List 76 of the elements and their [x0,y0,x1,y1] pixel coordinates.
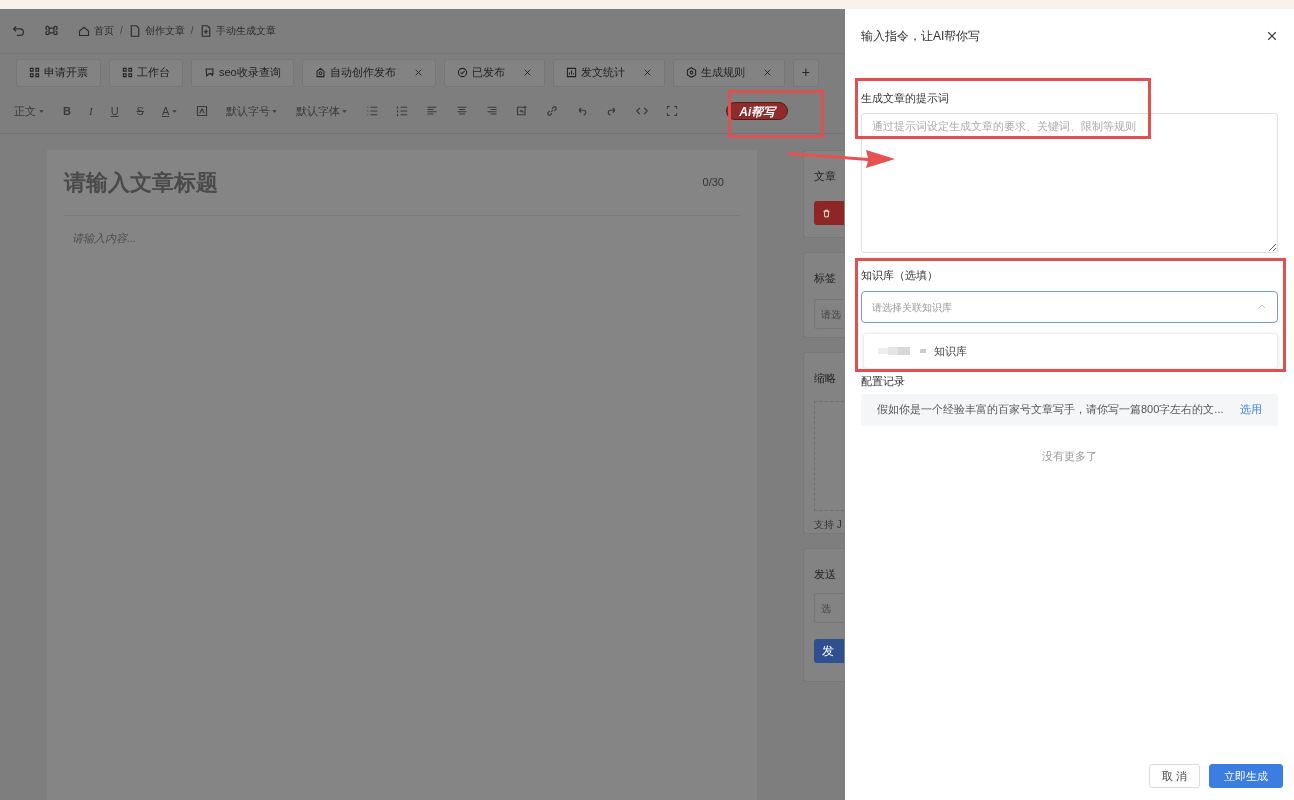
grid-icon [122,67,133,78]
breadcrumb-separator: / [120,24,123,39]
align-center-icon [456,105,469,118]
check-circle-icon [456,67,468,78]
image-icon [516,105,529,118]
breadcrumb-link[interactable]: 手动生成文章 [199,23,276,39]
field-label: 配置记录 [861,374,905,389]
document-icon [128,24,141,37]
tab[interactable]: seo收录查询 [191,58,294,87]
tab-label: 工作台 [137,65,170,81]
dropdown-option[interactable]: 知识库 [934,342,967,360]
tab-label: 自动创作发布 [329,65,396,81]
use-link[interactable]: 选用 [1240,401,1262,418]
close-icon [1266,30,1278,42]
chart-icon [565,67,577,78]
align-right-icon [486,105,499,118]
card-title: 缩略 [814,372,836,384]
highlight-icon [196,105,209,118]
bold-button[interactable]: B [63,103,71,120]
tab-label: 已发布 [471,65,505,81]
card-title: 文章 [814,170,836,182]
tab[interactable]: 发文统计 [552,58,665,87]
tab[interactable]: 已发布 [443,58,545,87]
title-input[interactable]: 请输入文章标题 [64,166,218,199]
back-arrow-icon [12,24,25,38]
delete-button[interactable] [814,201,844,225]
breadcrumb-separator: / [190,24,194,39]
chevron-up-icon [1257,302,1267,312]
home-icon [78,24,90,37]
trash-icon [822,208,831,218]
paragraph-dropdown[interactable]: 正文 [14,103,45,120]
caret-icon [341,107,349,115]
align-left-icon [426,105,439,118]
knowledge-select[interactable]: 请选择关联知识库 [861,291,1278,323]
undo-icon [576,105,589,118]
tab[interactable]: 生成规则 [672,58,785,87]
card-title: 发送 [814,568,836,580]
document-plus-icon [199,24,212,37]
link-icon [546,105,559,118]
font-family-dropdown[interactable]: 默认字体 [296,103,349,120]
underline-button[interactable]: U [110,103,119,120]
breadcrumb-link[interactable]: 首页 [78,23,114,39]
no-more-text: 没有更多了 [1042,448,1097,464]
add-tab-button[interactable]: + [792,58,819,87]
command-icon [45,24,58,38]
send-button[interactable]: 发 [814,639,844,663]
field-label: 知识库（选填） [861,267,939,283]
caret-icon [171,107,179,115]
caret-icon [38,107,45,115]
tab-label: 发文统计 [580,65,625,81]
font-color-button[interactable]: A [161,103,179,120]
card-title: 标签 [814,272,836,284]
grid-icon [29,67,40,78]
italic-button[interactable]: I [88,103,93,120]
upload-hint: 支持 J [814,518,843,532]
caret-icon [271,107,279,115]
record-text: 假如你是一个经验丰富的百家号文章写手，请你写一篇800字左右的文... [877,402,1224,418]
tab-label: 生成规则 [700,65,745,81]
fullscreen-icon [666,105,679,118]
field-label: 生成文章的提示词 [861,91,950,106]
breadcrumb-link[interactable]: 创作文章 [128,23,185,39]
numbered-list-icon [396,105,409,118]
tab-label: seo收录查询 [219,65,281,81]
tab-label: 申请开票 [44,65,88,81]
tab[interactable]: 工作台 [109,58,183,87]
ai-write-button[interactable]: Ai帮写 [726,102,789,121]
generate-button[interactable]: 立即生成 [1209,764,1283,788]
drawer-title: 输入指令，让AI帮你写 [861,28,981,45]
hexagon-icon [685,67,697,78]
strikethrough-button[interactable]: S [136,103,144,120]
tab[interactable]: 自动创作发布 [301,58,436,87]
prompt-textarea[interactable]: 通过提示词设定生成文章的要求、关键词、限制等规则 [861,112,1278,253]
house-icon [314,67,326,78]
character-count: 0/30 [702,175,724,191]
tab[interactable]: 申请开票 [16,58,101,87]
cancel-button[interactable]: 取 消 [1148,764,1200,788]
